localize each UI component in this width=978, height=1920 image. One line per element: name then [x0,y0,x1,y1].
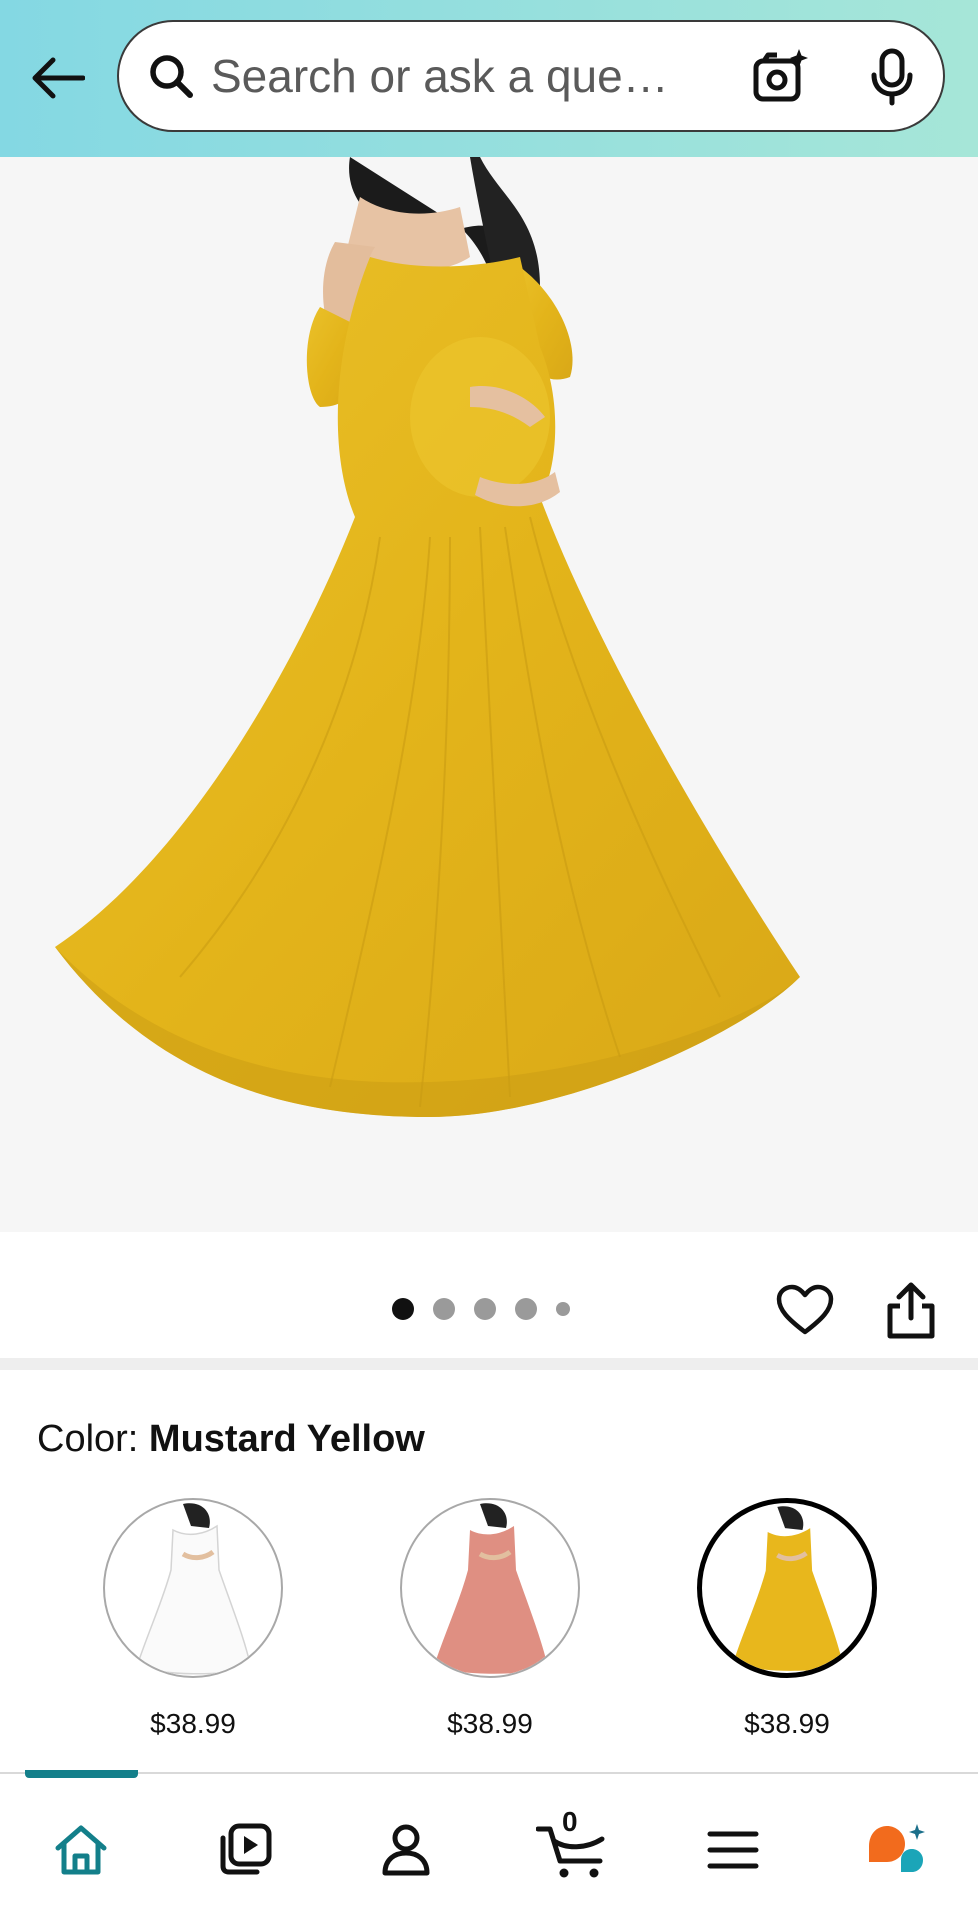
video-play-icon [220,1823,272,1875]
search-placeholder: Search or ask a que… [211,50,669,102]
ai-assistant-icon [869,1824,925,1872]
arrow-left-icon [32,57,85,99]
pagination-dot-5[interactable] [556,1302,570,1316]
pagination-dot-3[interactable] [474,1298,496,1320]
swatch-image [400,1498,580,1678]
hamburger-menu-icon [707,1831,759,1869]
share-icon [887,1282,935,1339]
color-label-prefix: Color: [37,1418,149,1460]
search-icon [143,48,199,104]
back-button[interactable] [24,44,92,112]
share-button[interactable] [884,1282,938,1340]
selected-color-name: Mustard Yellow [148,1418,425,1460]
cart-count-badge: 0 [562,1806,578,1837]
camera-search-icon[interactable] [747,44,813,110]
product-photo [55,157,800,1117]
user-icon [382,1824,430,1876]
product-page: Search or ask a que… Color: Mustard Yell… [0,0,978,1920]
heart-icon [776,1284,834,1335]
nav-account[interactable] [366,1810,446,1890]
swatch-image [103,1498,283,1678]
color-label: Color: Mustard Yellow [37,1418,425,1461]
swatch-image [697,1498,877,1678]
color-swatch-white[interactable]: $38.99 [103,1498,283,1740]
swatch-price: $38.99 [150,1708,236,1739]
color-swatch-pink[interactable]: $38.99 [400,1498,580,1740]
pagination-dot-4[interactable] [515,1298,537,1320]
nav-video[interactable] [205,1810,285,1890]
image-pagination[interactable] [392,1298,570,1320]
pagination-dot-2[interactable] [433,1298,455,1320]
nav-rufus-assistant[interactable] [857,1810,937,1890]
bottom-navigation: 0 [0,1770,978,1920]
image-controls [0,1232,978,1370]
wishlist-button[interactable] [776,1284,834,1336]
pagination-dot-1[interactable] [392,1298,414,1320]
home-icon [55,1825,107,1875]
top-header: Search or ask a que… [0,0,978,157]
product-image[interactable] [0,157,978,1232]
nav-menu[interactable] [693,1810,773,1890]
color-swatch-mustard-yellow[interactable]: $38.99 [697,1498,877,1740]
color-selector: Color: Mustard Yellow $38.99 $38.99 $38.… [0,1382,978,1772]
swatch-price: $38.99 [447,1708,533,1739]
active-tab-indicator [25,1770,138,1778]
search-input[interactable]: Search or ask a que… [117,20,945,132]
swatch-price: $38.99 [744,1708,830,1739]
nav-home[interactable] [41,1810,121,1890]
nav-cart[interactable]: 0 [532,1806,612,1890]
microphone-icon[interactable] [859,44,925,110]
